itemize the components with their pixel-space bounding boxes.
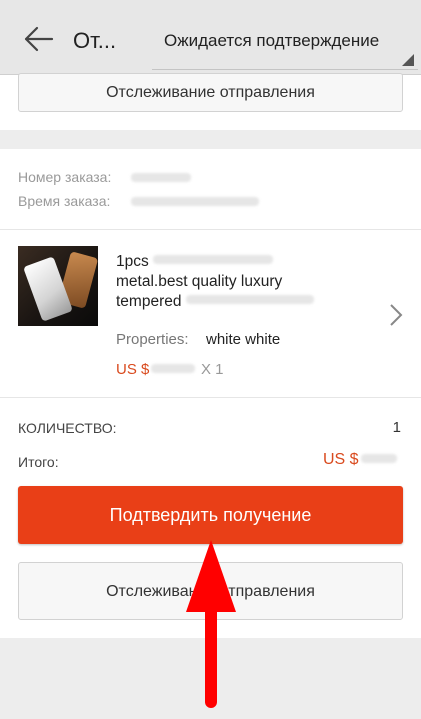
status-dropdown[interactable]: Ожидается подтверждение	[152, 20, 418, 70]
divider	[0, 229, 421, 230]
order-number-label: Номер заказа:	[18, 169, 112, 185]
app-bar: От... Ожидается подтверждение	[0, 0, 421, 75]
quantity-value: 1	[392, 419, 401, 436]
tracking-button-top-label: Отслеживание отправления	[106, 84, 315, 101]
total-label: Итого:	[18, 454, 59, 470]
product-quantity: X 1	[201, 361, 224, 378]
product-price: US $	[116, 361, 196, 378]
product-name-blur	[185, 295, 314, 304]
confirm-receipt-label: Подтвердить получение	[109, 505, 312, 525]
status-dropdown-label: Ожидается подтверждение	[164, 31, 380, 50]
chevron-right-icon[interactable]	[386, 302, 406, 328]
product-price-prefix: US $	[116, 361, 150, 378]
dropdown-corner-icon	[402, 54, 414, 66]
product-price-blur	[151, 364, 196, 373]
order-number-value	[131, 173, 191, 182]
annotation-up-arrow-icon	[186, 540, 236, 708]
confirm-receipt-button[interactable]: Подтвердить получение	[18, 486, 403, 544]
product-thumbnail[interactable]	[18, 246, 98, 326]
page-title: От...	[73, 28, 117, 53]
order-time-value	[131, 197, 259, 206]
total-value: US $	[323, 451, 397, 469]
product-name-line2: metal.best quality luxury	[116, 273, 283, 290]
properties-label: Properties:	[116, 331, 189, 348]
divider	[0, 397, 421, 398]
order-time-label: Время заказа:	[18, 193, 111, 209]
tracking-button-top[interactable]: Отслеживание отправления	[18, 73, 403, 112]
product-name[interactable]: 1pcs metal.best quality luxury tempered	[116, 252, 366, 312]
product-name-line1: 1pcs	[116, 253, 154, 270]
tracking-card-top: Отслеживание отправления	[0, 73, 421, 130]
back-arrow-icon[interactable]	[22, 22, 56, 56]
total-value-blur	[360, 454, 397, 463]
product-name-blur	[153, 255, 274, 264]
quantity-label: КОЛИЧЕСТВО:	[18, 420, 117, 436]
properties-value: white white	[206, 331, 281, 348]
product-name-line3: tempered	[116, 293, 186, 310]
total-value-prefix: US $	[323, 451, 359, 468]
